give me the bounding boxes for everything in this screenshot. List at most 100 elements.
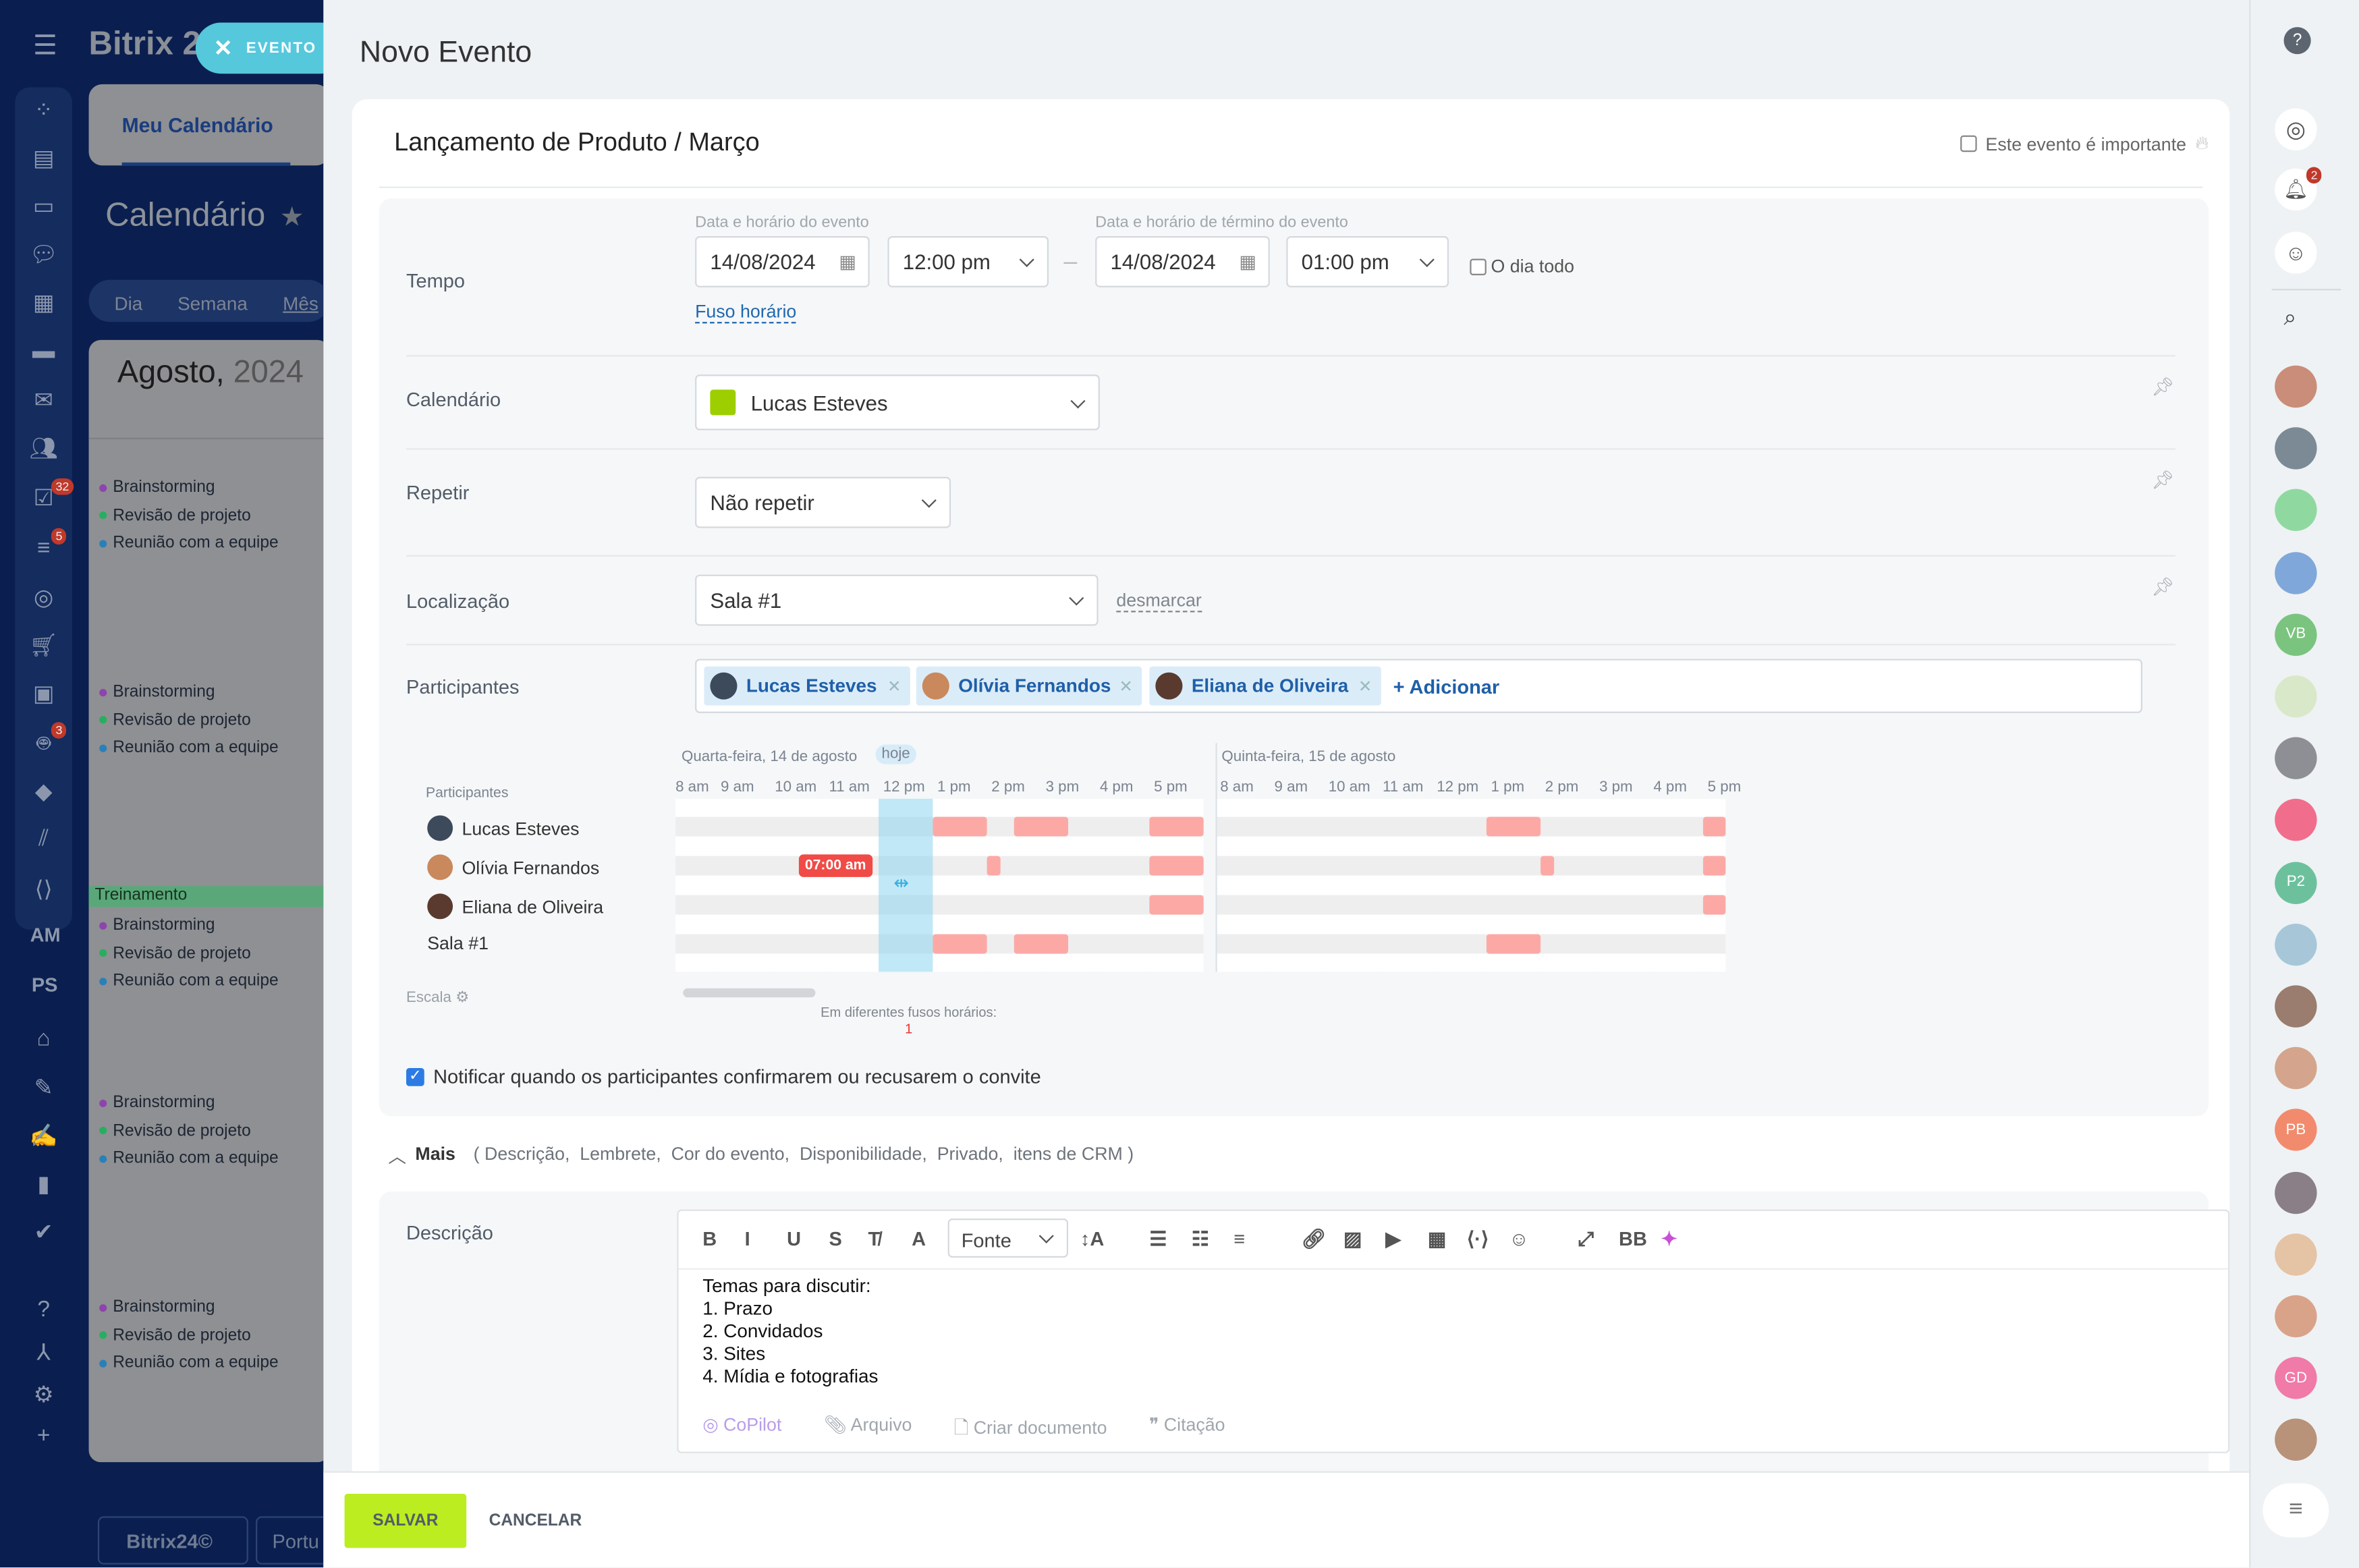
avatar[interactable] (2275, 551, 2317, 594)
image-icon[interactable]: ▨ (1343, 1227, 1362, 1252)
cube-icon[interactable]: ◆ (24, 778, 63, 808)
all-day-toggle[interactable]: O dia todo (1470, 256, 1574, 277)
list-icon[interactable]: ≡ (2263, 1483, 2329, 1538)
avatar[interactable] (2275, 1047, 2317, 1090)
target-icon[interactable]: ◎ (24, 584, 63, 614)
feed-icon[interactable]: ▭ (24, 192, 63, 223)
description-editor[interactable]: B I U S T̸ A ↕A ☰ ☷ ≡ 🔗︎ ▨ ▶ ▦ ⟨·⟩ ☺ ⤢ BB ✦ Fonte Temas pa… (677, 1209, 2230, 1453)
more-items[interactable]: ( Descrição, Lembrete, Cor do evento, Di… (474, 1143, 1134, 1169)
planner-scrollbar[interactable] (683, 988, 816, 998)
bbcode-icon[interactable]: BB (1619, 1227, 1647, 1250)
video-icon[interactable]: ▶ (1385, 1227, 1400, 1252)
avatar[interactable] (2275, 1233, 2317, 1276)
mail-icon[interactable]: ✉ (24, 387, 63, 417)
remove-icon[interactable]: ✕ (887, 676, 901, 696)
help-icon[interactable]: ? (24, 1297, 63, 1327)
avatar[interactable] (2275, 365, 2317, 408)
save-button[interactable]: SALVAR (344, 1493, 467, 1548)
calendar-event[interactable]: Revisão de projeto (99, 502, 278, 530)
code-icon[interactable]: ⟨⟩ (24, 876, 63, 906)
italic-icon[interactable]: I (745, 1227, 750, 1250)
calendar-event[interactable]: Brainstorming (99, 912, 278, 940)
participants-input[interactable]: Lucas Esteves ✕ Olívia Fernandos ✕ Eliana … (695, 659, 2142, 713)
calendar-event[interactable]: Revisão de projeto (99, 940, 278, 968)
calendar-select[interactable]: Lucas Esteves (695, 374, 1100, 430)
copilot-icon[interactable]: ◎ (2275, 108, 2317, 150)
menu-icon[interactable]: ☰ (33, 30, 57, 62)
calendar-icon[interactable]: ▦ (1239, 251, 1256, 272)
bulleted-list-icon[interactable]: ☷ (1192, 1227, 1209, 1252)
quote-button[interactable]: ❞ Citação (1149, 1414, 1225, 1446)
resize-handle-icon[interactable]: ⇹ (893, 872, 908, 893)
font-size-icon[interactable]: ↕A (1080, 1227, 1104, 1250)
calendar-icon[interactable]: ▦ (839, 251, 856, 272)
chat-icon[interactable]: ☺ (2275, 231, 2317, 274)
participant-chip[interactable]: Lucas Esteves ✕ (704, 666, 910, 706)
avatar[interactable] (2275, 1419, 2317, 1461)
align-icon[interactable]: ≡ (1233, 1227, 1245, 1250)
avatar[interactable]: P2 (2275, 861, 2317, 904)
avatar[interactable] (2275, 985, 2317, 1028)
font-select[interactable]: Fonte (947, 1218, 1069, 1258)
calendar-event[interactable]: Reunião com a equipe (99, 1146, 279, 1174)
participant-chip[interactable]: Olívia Fernandos ✕ (916, 666, 1142, 706)
calendar-event[interactable]: Brainstorming (99, 679, 278, 707)
chart-icon[interactable]: ▮ (24, 1171, 63, 1201)
avatar[interactable] (2275, 923, 2317, 965)
calendar-icon[interactable]: ▦ (24, 289, 63, 319)
all-day-checkbox[interactable] (1470, 258, 1487, 275)
avatar[interactable] (2275, 799, 2317, 842)
avatar[interactable]: VB (2275, 613, 2317, 656)
end-date-input[interactable]: 14/08/2024 ▦ (1095, 236, 1270, 287)
star-icon[interactable]: ★ (280, 202, 304, 233)
notify-toggle[interactable]: ✓ Notificar quando os participantes confi… (406, 1065, 1041, 1088)
network-icon[interactable]: ⁘ (24, 96, 63, 127)
calendar-event[interactable]: Brainstorming (99, 474, 278, 502)
gear-icon[interactable]: ⚙ (455, 990, 469, 1007)
avatar[interactable]: GD (2275, 1357, 2317, 1399)
group-icon[interactable]: 👥︎ (24, 435, 63, 465)
calendar-event[interactable]: Brainstorming (99, 1089, 278, 1117)
settings-icon[interactable]: ⚙ (24, 1381, 63, 1411)
notify-checkbox[interactable]: ✓ (406, 1067, 424, 1086)
underline-icon[interactable]: U (787, 1227, 801, 1250)
drive-icon[interactable]: ▬ (24, 339, 63, 369)
avatar[interactable] (2275, 489, 2317, 532)
avatar[interactable] (2275, 1295, 2317, 1338)
repeat-select[interactable]: Não repetir (695, 476, 951, 528)
copilot-button[interactable]: ◎ CoPilot (702, 1414, 781, 1446)
view-tab-day[interactable]: Dia (114, 293, 142, 314)
nav-item-am[interactable]: AM (30, 924, 61, 946)
emoji-icon[interactable]: ☺ (1509, 1227, 1529, 1250)
calendar-event[interactable]: Brainstorming (99, 1293, 278, 1322)
document-icon[interactable]: ▤ (24, 144, 63, 175)
code-icon[interactable]: ⟨·⟩ (1467, 1227, 1489, 1252)
start-time-select[interactable]: 12:00 pm (887, 236, 1049, 287)
location-select[interactable]: Sala #1 (695, 574, 1099, 626)
calendar-event[interactable]: Reunião com a equipe (99, 1350, 279, 1378)
calendar-event[interactable]: Revisão de projeto (99, 1322, 278, 1350)
home-icon[interactable]: ⌂ (24, 1026, 63, 1057)
timezone-link[interactable]: Fuso horário (695, 301, 797, 324)
start-date-input[interactable]: 14/08/2024 ▦ (695, 236, 870, 287)
important-toggle[interactable]: Este evento é importante 🔥︎ (1960, 132, 2209, 155)
contact-card-icon[interactable]: ▣ (24, 680, 63, 710)
tree-icon[interactable]: ⅄ (24, 1339, 63, 1369)
tab-my-calendar[interactable]: Meu Calendário (88, 84, 330, 166)
pin-icon[interactable]: 📌︎ (2151, 376, 2174, 397)
edit-icon[interactable]: ✎ (24, 1074, 63, 1104)
important-checkbox[interactable] (1960, 135, 1977, 152)
help-icon[interactable]: ? (2283, 27, 2311, 55)
more-toggle[interactable]: ︿ Mais ( Descrição, Lembrete, Cor do event… (388, 1143, 1134, 1169)
check-icon[interactable]: ✔ (24, 1219, 63, 1249)
scale-label[interactable]: Escala ⚙ (406, 990, 469, 1007)
slash-icon[interactable]: ⫽ (24, 826, 63, 856)
clear-format-icon[interactable]: T̸ (868, 1227, 880, 1250)
pin-icon[interactable]: 📌︎ (2151, 470, 2174, 491)
event-highlight[interactable]: Treinamento (88, 886, 324, 907)
remove-icon[interactable]: ✕ (1119, 676, 1133, 696)
calendar-event[interactable]: Reunião com a equipe (99, 735, 279, 763)
bold-icon[interactable]: B (702, 1227, 717, 1250)
create-document-button[interactable]: 🗋 Criar documento (954, 1414, 1107, 1446)
link-icon[interactable]: 🔗︎ (1302, 1227, 1327, 1252)
